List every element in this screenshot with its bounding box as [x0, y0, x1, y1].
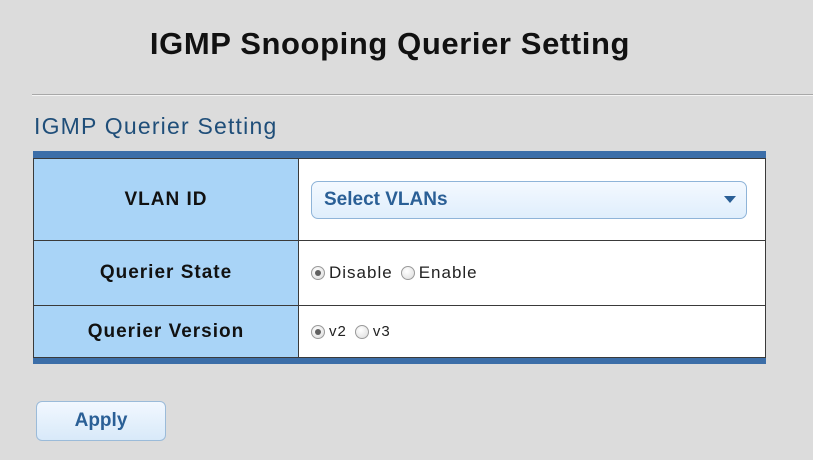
querier-settings-table: VLAN ID Select VLANs Querier State Disab… — [33, 151, 766, 364]
section-title: IGMP Querier Setting — [34, 113, 278, 139]
querier-version-v3-radio[interactable] — [354, 324, 369, 339]
querier-state-disable-radio[interactable] — [311, 266, 325, 280]
querier-state-disable-label: Disable — [329, 263, 393, 282]
vlan-select[interactable]: Select VLANs — [311, 180, 747, 219]
querier-version-cell: v2 v3 — [298, 305, 766, 358]
apply-button[interactable]: Apply — [36, 401, 166, 441]
querier-version-v2-radio[interactable] — [311, 324, 325, 339]
title-divider — [32, 94, 813, 96]
querier-state-cell: Disable Enable — [298, 240, 766, 306]
vlan-select-value: Select VLANs — [324, 188, 448, 210]
querier-version-v2-label: v2 — [329, 323, 347, 340]
vlan-id-cell: Select VLANs — [298, 158, 766, 241]
querier-version-radio-group: v2 v3 — [311, 323, 765, 340]
querier-state-enable-label: Enable — [418, 263, 478, 282]
vlan-id-label: VLAN ID — [33, 158, 299, 241]
querier-state-label: Querier State — [33, 240, 299, 306]
querier-version-label: Querier Version — [33, 305, 299, 358]
querier-version-v3-label: v3 — [372, 323, 391, 340]
page-title: IGMP Snooping Querier Setting — [149, 26, 631, 61]
querier-version-row: Querier Version v2 v3 — [33, 305, 766, 358]
chevron-down-icon — [724, 196, 736, 203]
querier-state-radio-group: Disable Enable — [311, 263, 765, 283]
querier-state-enable-radio[interactable] — [400, 266, 415, 280]
querier-state-row: Querier State Disable Enable — [33, 240, 766, 306]
vlan-id-row: VLAN ID Select VLANs — [33, 158, 766, 241]
